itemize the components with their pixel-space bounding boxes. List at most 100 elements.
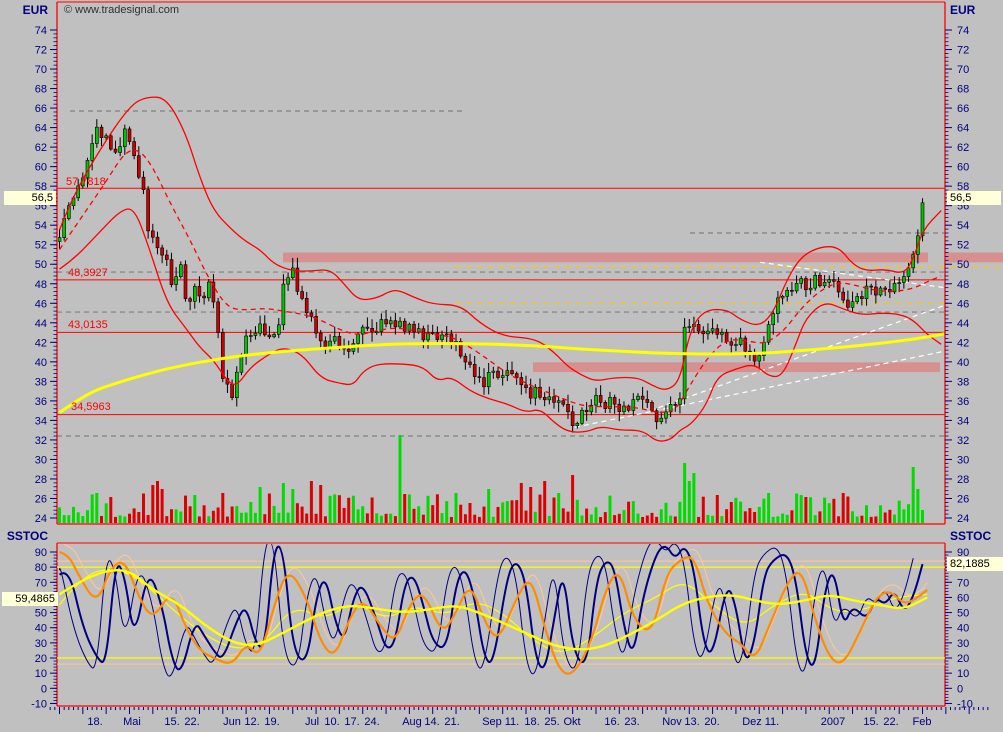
y-tick-label: 32 — [35, 435, 47, 447]
candle — [328, 334, 332, 353]
volume-bar — [137, 512, 141, 523]
y-tick-label: 20 — [35, 653, 47, 665]
volume-bar — [365, 513, 369, 523]
y-tick-label: 42 — [35, 337, 47, 349]
y-tick-label: 48 — [957, 279, 969, 291]
candle — [99, 124, 104, 147]
candle — [897, 277, 902, 293]
candle — [888, 280, 892, 299]
candle — [650, 400, 654, 413]
volume-bar — [557, 493, 561, 523]
candle — [822, 274, 827, 288]
volume-bar — [575, 499, 579, 523]
volume-bar — [589, 514, 593, 523]
candle — [804, 276, 808, 297]
volume-bar — [62, 515, 66, 523]
y-tick-label: 64 — [35, 123, 47, 135]
candle — [608, 391, 612, 413]
volume-bar — [529, 487, 533, 523]
candle — [398, 316, 402, 329]
volume-bar — [361, 506, 365, 523]
y-tick-label: 10 — [35, 668, 47, 680]
x-axis-label: 21. — [444, 716, 460, 728]
volume-bar — [356, 509, 360, 523]
candle — [132, 137, 136, 160]
volume-bar — [146, 515, 150, 523]
volume-bar — [561, 508, 565, 523]
candle — [141, 171, 146, 195]
y-tick-label: 24 — [35, 513, 47, 525]
candle — [169, 252, 174, 288]
volume-bar — [533, 511, 537, 523]
volume-bar — [184, 495, 187, 523]
volume-bar — [734, 497, 738, 523]
candle — [566, 394, 570, 420]
volume-bar — [865, 505, 868, 523]
volume-bar — [249, 502, 253, 523]
volume-bar — [571, 475, 575, 523]
candle — [235, 366, 239, 407]
candle — [519, 372, 524, 395]
volume-bar — [613, 515, 617, 523]
volume-bar — [501, 502, 505, 523]
volume-bar — [230, 506, 234, 523]
volume-bar — [851, 511, 854, 523]
y-tick-label: 30 — [35, 638, 47, 650]
volume-bar — [403, 494, 407, 523]
volume-bar — [188, 506, 192, 523]
candle — [113, 140, 118, 154]
candle — [360, 324, 365, 345]
y-tick-label: 26 — [35, 493, 47, 505]
volume-bar — [398, 435, 402, 523]
candle — [762, 336, 766, 362]
sstoc-title-right: SSTOC — [950, 529, 992, 543]
volume-bar — [837, 516, 841, 523]
candle — [486, 362, 491, 395]
candle — [510, 361, 514, 376]
candle — [720, 328, 724, 343]
volume-bar — [67, 515, 71, 523]
volume-bar — [412, 508, 416, 523]
y-tick-label: 72 — [35, 45, 47, 57]
candle — [645, 390, 650, 408]
candle — [314, 309, 318, 339]
volume-bar — [263, 514, 267, 523]
volume-bar — [351, 495, 355, 523]
candle — [855, 292, 860, 305]
volume-bar — [785, 514, 789, 523]
candle — [622, 401, 626, 415]
volume-bar — [818, 511, 822, 523]
volume-bar — [832, 498, 836, 523]
y-tick-label: 30 — [957, 638, 969, 650]
chart-canvas[interactable]: 24 24 26 26 28 28 30 30 32 32 34 34 36 36 38 38 40 40 42 42… — [0, 0, 1003, 732]
candle — [738, 327, 743, 347]
candle — [496, 366, 500, 380]
volume-bar — [608, 495, 612, 523]
volume-bar — [715, 495, 719, 523]
candle — [323, 336, 328, 354]
x-axis-label: Feb — [912, 716, 932, 728]
y-tick-label: 62 — [957, 142, 969, 154]
volume-bar — [893, 514, 896, 523]
volume-bar — [235, 506, 239, 523]
sstoc-value-tag-left: 59,4865 — [2, 592, 58, 606]
y-tick-label: 34 — [35, 415, 47, 427]
y-tick-label: 24 — [957, 513, 969, 525]
volume-series — [58, 435, 924, 523]
candle — [668, 396, 673, 417]
volume-bar — [151, 485, 155, 523]
y-tick-label: 30 — [35, 454, 47, 466]
volume-bar — [515, 500, 519, 523]
volume-bar — [58, 507, 61, 523]
candle — [491, 366, 496, 379]
candle — [902, 271, 906, 289]
volume-bar — [221, 493, 225, 523]
volume-bar — [841, 493, 845, 523]
volume-bar — [295, 503, 299, 523]
volume-bar — [869, 516, 873, 523]
volume-bar — [846, 496, 850, 523]
volume-bar — [580, 515, 584, 523]
x-axis-label: 23. — [624, 716, 640, 728]
volume-bar — [179, 511, 183, 523]
volume-bar — [258, 487, 262, 523]
